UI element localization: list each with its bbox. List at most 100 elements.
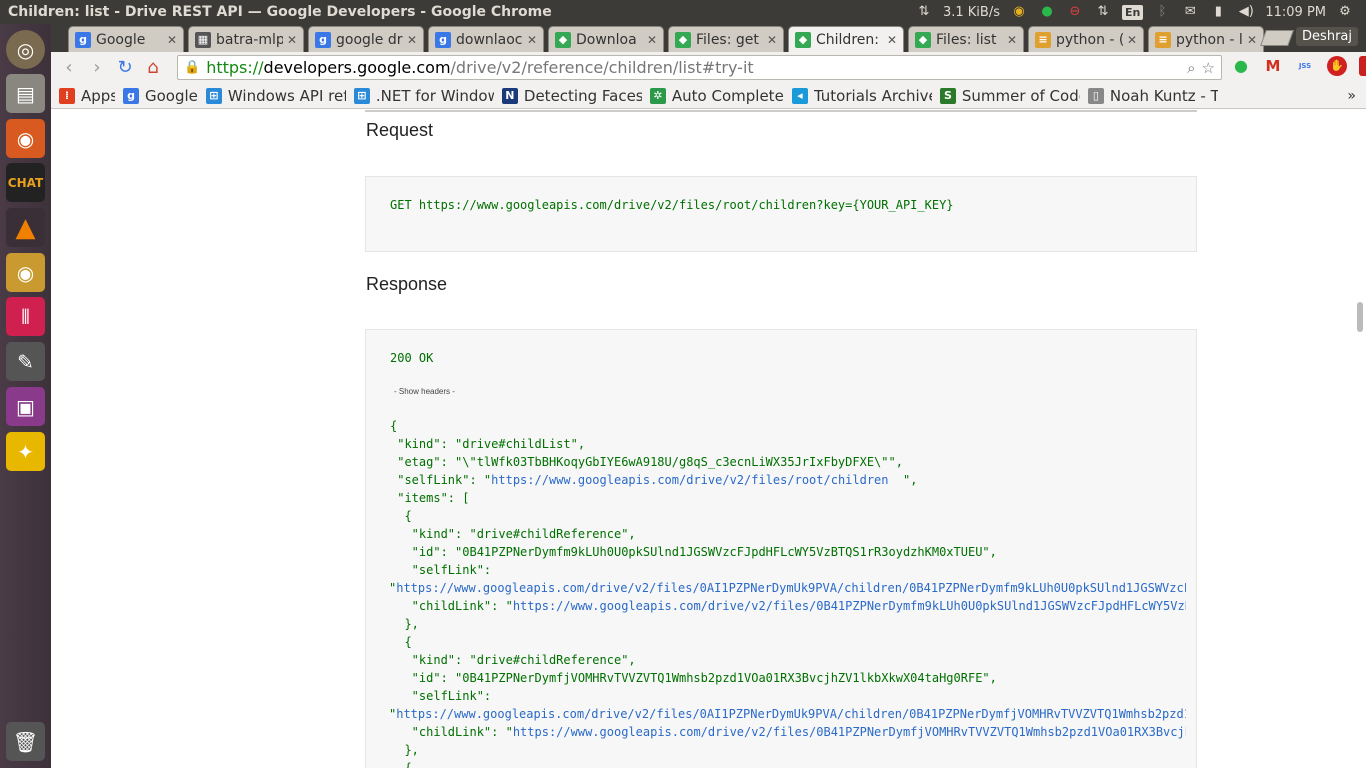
tab-3[interactable]: g downlaoc ✕ — [428, 26, 544, 52]
tab-6[interactable]: ◆ Children: ✕ — [788, 26, 904, 52]
tab-1[interactable]: ▦ batra-mlp ✕ — [188, 26, 304, 52]
chrome-launcher-icon[interactable]: ◉ — [6, 253, 45, 292]
json-text: "childLink": " — [390, 725, 513, 739]
json-line: "childLink": "https://www.googleapis.com… — [390, 597, 1186, 615]
mail-icon[interactable]: ✉ — [1181, 3, 1199, 21]
bookmark-item[interactable]: S Summer of Code/ — [939, 86, 1080, 105]
bookmark-label: Summer of Code/ — [961, 86, 1080, 105]
zoom-search-icon[interactable]: ⌕ — [1187, 59, 1195, 77]
bookmark-extension-icon[interactable]: ▮ — [1359, 56, 1366, 76]
gmail-extension-icon[interactable]: M — [1263, 56, 1283, 76]
bookmark-label: Auto Complete M — [671, 86, 784, 105]
bookmark-item[interactable]: ▯ Noah Kuntz - Tuto — [1087, 87, 1218, 105]
chrome-indicator-icon[interactable]: ◉ — [1010, 3, 1028, 21]
bookmark-item[interactable]: ◂ Tutorials Archive — [791, 87, 932, 105]
network-arrows-icon[interactable]: ⇅ — [915, 3, 933, 21]
tab-5[interactable]: ◆ Files: get ✕ — [668, 26, 784, 52]
volume-icon[interactable]: ◀) — [1237, 3, 1255, 21]
json-link[interactable]: https://www.googleapis.com/drive/v2/file… — [396, 581, 1186, 595]
music-app-icon[interactable]: ⦀ — [6, 297, 45, 336]
bookmark-item[interactable]: g Google — [123, 87, 198, 105]
json-text: { — [390, 635, 412, 649]
tab-9[interactable]: ≡ python - l ✕ — [1148, 26, 1264, 52]
tab-label: Files: list — [936, 31, 997, 48]
reload-icon[interactable]: ↻ — [111, 57, 139, 78]
tab-close-icon[interactable]: ✕ — [1127, 33, 1137, 47]
back-icon[interactable]: ‹ — [55, 57, 83, 78]
address-bar[interactable]: 🔒 https://developers.google.com/drive/v2… — [177, 55, 1222, 80]
bookmark-item[interactable]: ⊞ .NET for Window — [353, 86, 494, 105]
tab-close-icon[interactable]: ✕ — [647, 33, 657, 47]
json-line: "selfLink": — [390, 561, 1186, 579]
bookmark-item[interactable]: ⁞ Apps — [59, 87, 115, 105]
url-host: developers.google.com — [263, 58, 451, 77]
profile-button[interactable]: Deshraj — [1296, 27, 1358, 46]
hangouts-extension-icon[interactable]: ● — [1231, 56, 1251, 76]
firefox-icon[interactable]: ◉ — [6, 119, 45, 158]
bookmark-favicon-icon: S — [939, 87, 956, 104]
power-gear-icon[interactable]: ⚙ — [1336, 3, 1354, 21]
json-text: "selfLink": " — [390, 473, 492, 487]
bookmark-item[interactable]: N Detecting Faces c — [501, 87, 642, 105]
json-text: "kind": "drive#childReference", — [390, 653, 636, 667]
bookmark-favicon-icon: g — [123, 87, 139, 104]
tab-close-icon[interactable]: ✕ — [887, 33, 897, 47]
tab-0[interactable]: g Google ✕ — [68, 26, 184, 52]
bookmark-item[interactable]: ⊞ Windows API refe — [205, 87, 346, 105]
trash-icon[interactable]: 🗑 — [6, 722, 45, 761]
jss-extension-icon[interactable]: JSS — [1295, 56, 1315, 76]
json-link[interactable]: https://www.googleapis.com/drive/v2/file… — [513, 599, 1186, 613]
json-text: }, — [390, 617, 419, 631]
bluetooth-icon[interactable]: ᛒ — [1153, 3, 1171, 21]
tab-label: downlaoc — [456, 31, 523, 48]
bookmark-star-icon[interactable]: ☆ — [1202, 59, 1215, 77]
gimp-icon[interactable]: ✎ — [6, 342, 45, 381]
tab-8[interactable]: ≡ python - (✕ — [1028, 26, 1144, 52]
json-text: { — [390, 509, 412, 523]
tab-favicon-icon: ≡ — [1155, 31, 1171, 48]
tab-close-icon[interactable]: ✕ — [407, 33, 417, 47]
notes-bulb-icon[interactable]: ✦ — [6, 432, 45, 471]
tab-close-icon[interactable]: ✕ — [767, 33, 777, 47]
json-link[interactable]: https://www.googleapis.com/drive/v2/file… — [396, 707, 1186, 721]
keyboard-language[interactable]: En — [1121, 4, 1144, 20]
bookmarks-overflow-button[interactable]: » — [1347, 88, 1356, 104]
chat-app-icon[interactable]: CHAT — [6, 163, 45, 202]
vlc-icon[interactable]: ▲ — [6, 208, 45, 247]
tab-close-icon[interactable]: ✕ — [1007, 33, 1017, 47]
scrollbar-thumb[interactable] — [1357, 302, 1363, 332]
tab-close-icon[interactable]: ✕ — [167, 33, 177, 47]
json-link[interactable]: https://www.googleapis.com/drive/v2/file… — [491, 473, 888, 487]
tab-favicon-icon: g — [75, 31, 91, 48]
tab-close-icon[interactable]: ✕ — [527, 33, 537, 47]
json-link[interactable]: https://www.googleapis.com/drive/v2/file… — [513, 725, 1186, 739]
tab-label: Downloa — [576, 31, 637, 48]
new-tab-button[interactable] — [1260, 30, 1294, 46]
ubuntu-dash-icon[interactable]: ◎ — [6, 30, 45, 69]
forward-icon[interactable]: › — [83, 57, 111, 78]
files-icon[interactable]: ▤ — [6, 74, 45, 113]
tab-4[interactable]: ◆ Downloa ✕ — [548, 26, 664, 52]
net-speed: 3.1 KiB/s — [942, 4, 1000, 20]
transfer-indicator-icon[interactable]: ⇅ — [1094, 3, 1112, 21]
tab-favicon-icon: ◆ — [555, 31, 571, 48]
url-path: /drive/v2/reference/children/list#try-it — [450, 58, 754, 77]
adblock-extension-icon[interactable]: ✋ — [1327, 56, 1347, 76]
page-scrollbar[interactable] — [1353, 110, 1366, 768]
tab-close-icon[interactable]: ✕ — [1247, 33, 1257, 47]
show-headers-link[interactable]: - Show headers - — [394, 387, 455, 396]
video-app-icon[interactable]: ▣ — [6, 387, 45, 426]
bookmark-label: Apps — [81, 86, 115, 105]
tab-close-icon[interactable]: ✕ — [287, 33, 297, 47]
tab-2[interactable]: g google dr ✕ — [308, 26, 424, 52]
tab-label: batra-mlp — [216, 31, 283, 48]
no-entry-indicator-icon[interactable]: ⊖ — [1066, 3, 1084, 21]
tab-7[interactable]: ◆ Files: list ✕ — [908, 26, 1024, 52]
bookmark-label: .NET for Window — [375, 86, 494, 105]
hangouts-indicator-icon[interactable]: ● — [1038, 3, 1056, 21]
json-line: "https://www.googleapis.com/drive/v2/fil… — [390, 579, 1186, 597]
clock[interactable]: 11:09 PM — [1265, 5, 1326, 20]
home-icon[interactable]: ⌂ — [139, 57, 167, 78]
battery-icon[interactable]: ▮ — [1209, 3, 1227, 21]
bookmark-item[interactable]: ✲ Auto Complete M — [649, 86, 784, 105]
